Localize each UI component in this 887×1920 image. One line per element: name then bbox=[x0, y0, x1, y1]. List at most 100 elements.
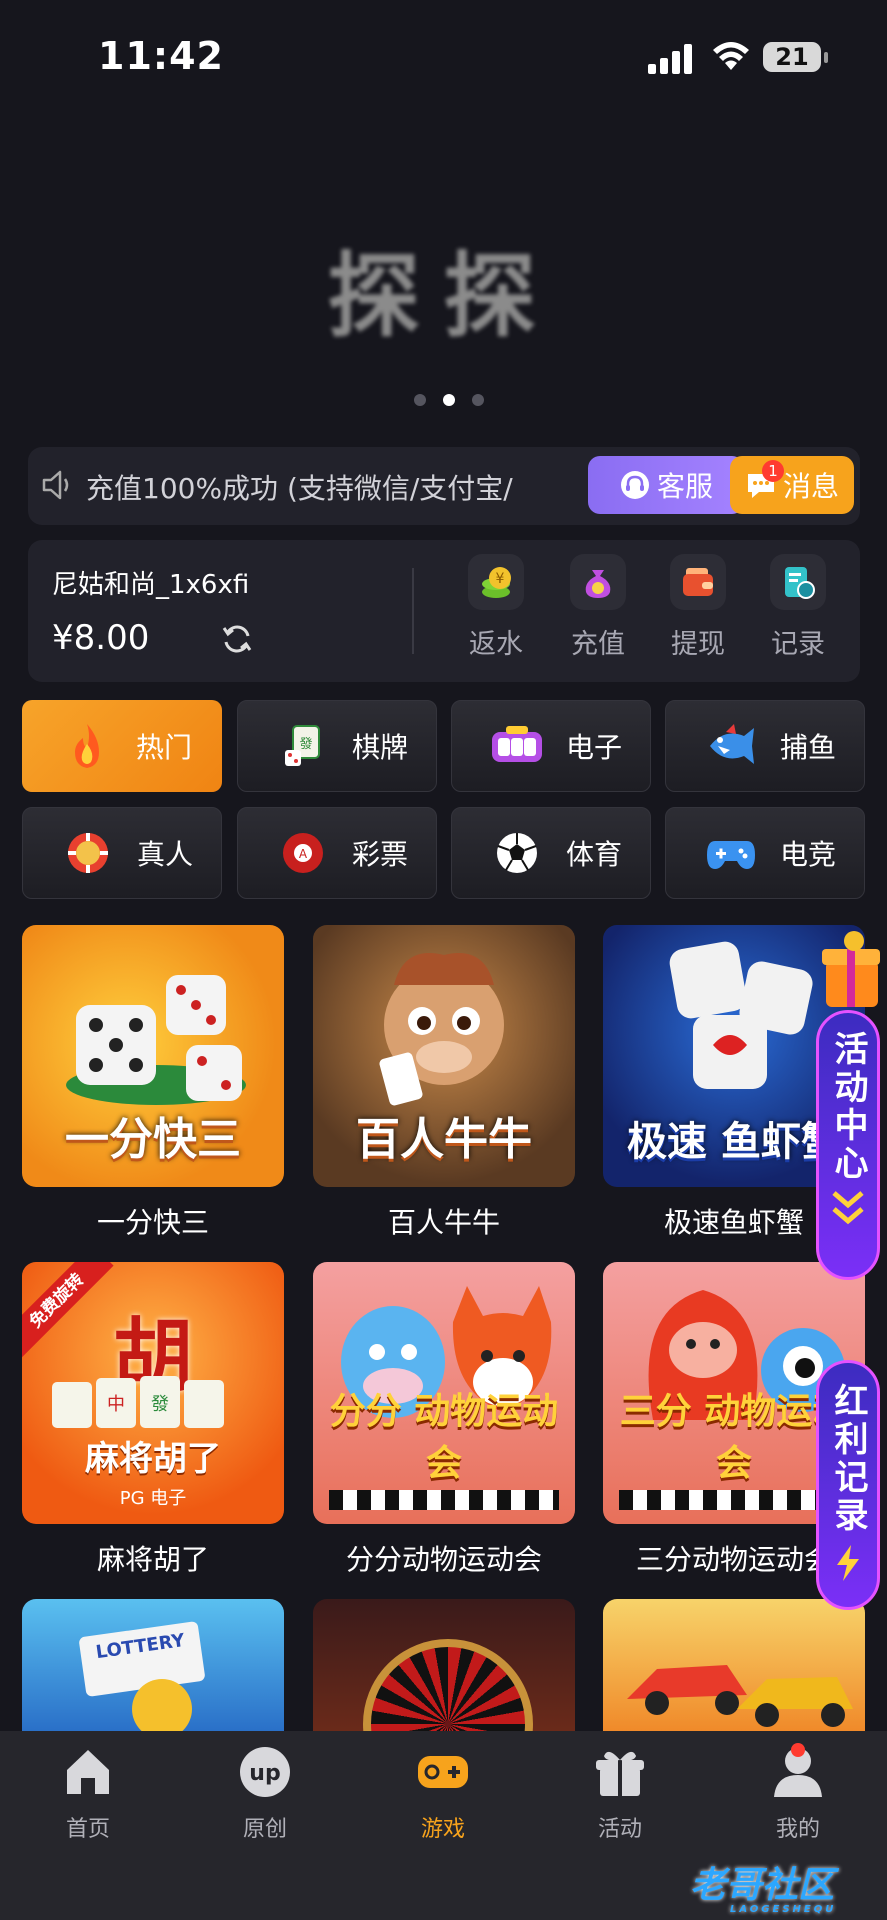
thumbnail-subtitle: PG 电子 bbox=[119, 1488, 187, 1509]
banner-title: 探探 bbox=[327, 243, 560, 350]
game-thumbnail[interactable] bbox=[313, 1599, 575, 1731]
category-esports[interactable]: 电竞 bbox=[665, 807, 865, 899]
tab-label: 我的 bbox=[775, 1817, 820, 1842]
withdraw-button[interactable]: 提现 bbox=[658, 554, 738, 661]
chevron-down-icon bbox=[832, 1191, 864, 1225]
messages-button[interactable]: 消息 bbox=[730, 456, 854, 514]
messages-label: 消息 bbox=[782, 470, 839, 503]
thumbnail-title: 麻将胡了 bbox=[85, 1439, 221, 1479]
marquee-text: 充值100%成功 (支持微信/支付宝/ bbox=[86, 472, 513, 505]
balance-amount: ¥8.00 bbox=[52, 618, 150, 658]
lottery-ball-icon: A bbox=[283, 833, 323, 873]
category-label: 彩票 bbox=[352, 838, 409, 871]
tab-games[interactable]: 游戏 bbox=[383, 1745, 503, 1843]
game-card[interactable]: 百人牛牛 百人牛牛 bbox=[313, 925, 575, 1241]
watermark-logo: 老哥社区 LAOGESHEQU bbox=[690, 1856, 880, 1915]
bonus-records-button[interactable]: 红利记录 bbox=[816, 1360, 880, 1610]
headset-icon bbox=[620, 471, 649, 499]
deposit-button[interactable]: 充值 bbox=[558, 554, 638, 661]
fire-icon bbox=[75, 724, 99, 768]
category-live[interactable]: 真人 bbox=[22, 807, 222, 899]
refresh-icon[interactable] bbox=[220, 622, 254, 656]
checkered-flag bbox=[329, 1490, 559, 1510]
rebate-button[interactable]: ¥ 返水 bbox=[456, 554, 536, 661]
game-card[interactable] bbox=[313, 1599, 575, 1731]
tab-activities[interactable]: 活动 bbox=[560, 1745, 680, 1843]
game-card[interactable]: 分分 动物运动会 分分动物运动会 bbox=[313, 1262, 575, 1578]
lightning-icon bbox=[837, 1545, 859, 1581]
game-thumbnail[interactable]: 免费旋转 胡 中 發 麻将胡了 PG 电子 bbox=[22, 1262, 284, 1524]
svg-text:A: A bbox=[299, 847, 308, 861]
checkered-flag bbox=[619, 1490, 849, 1510]
customer-service-button[interactable]: 客服 bbox=[588, 456, 744, 514]
tab-label: 活动 bbox=[597, 1817, 642, 1842]
game-card[interactable]: 一分快三 一分快三 bbox=[22, 925, 284, 1241]
svg-text:up: up bbox=[249, 1761, 280, 1786]
watermark-subtext: LAOGESHEQU bbox=[730, 1904, 837, 1915]
game-card[interactable]: LOTTERY bbox=[22, 1599, 284, 1731]
category-chess-cards[interactable]: 發 棋牌 bbox=[237, 700, 437, 792]
svg-text:發: 發 bbox=[299, 737, 312, 752]
category-fishing[interactable]: 捕鱼 bbox=[665, 700, 865, 792]
game-card[interactable]: 免费旋转 胡 中 發 麻将胡了 PG 电子 麻将胡了 bbox=[22, 1262, 284, 1578]
category-sports[interactable]: 体育 bbox=[451, 807, 651, 899]
pagination-dot-active[interactable] bbox=[443, 394, 455, 406]
thumbnail-title: 一分快三 bbox=[65, 1114, 241, 1165]
records-label: 记录 bbox=[771, 629, 825, 660]
category-slots[interactable]: 电子 bbox=[451, 700, 651, 792]
tab-profile[interactable]: 我的 bbox=[738, 1743, 858, 1843]
money-bag-icon bbox=[585, 570, 611, 598]
divider bbox=[412, 568, 414, 654]
slot-machine-icon bbox=[492, 726, 542, 762]
category-lottery[interactable]: A 彩票 bbox=[237, 807, 437, 899]
record-icon bbox=[785, 567, 815, 599]
game-card[interactable] bbox=[603, 1599, 865, 1731]
game-thumbnail[interactable] bbox=[603, 1599, 865, 1731]
tab-original[interactable]: up 原创 bbox=[205, 1745, 325, 1843]
activity-center-button[interactable]: 活动中心 bbox=[816, 1010, 880, 1280]
dice-image bbox=[669, 941, 813, 1089]
battery-indicator: 21 bbox=[763, 42, 828, 72]
banner-pagination[interactable] bbox=[414, 394, 484, 406]
category-hot[interactable]: 热门 bbox=[22, 700, 222, 792]
pagination-dot[interactable] bbox=[414, 394, 426, 406]
coin-stack-icon: ¥ bbox=[482, 567, 511, 598]
svg-text:中: 中 bbox=[107, 1394, 125, 1415]
game-name: 百人牛牛 bbox=[387, 1206, 500, 1239]
records-button[interactable]: 记录 bbox=[758, 554, 838, 661]
customer-service-label: 客服 bbox=[656, 470, 713, 503]
chip-icon bbox=[68, 833, 108, 873]
cellular-signal-icon bbox=[648, 44, 692, 74]
message-count-badge: 1 bbox=[762, 460, 784, 482]
soccer-ball-icon bbox=[497, 833, 537, 873]
svg-text:¥: ¥ bbox=[496, 571, 505, 587]
watermark-text: 老哥社区 bbox=[690, 1865, 835, 1906]
tab-home[interactable]: 首页 bbox=[28, 1745, 148, 1843]
category-label: 捕鱼 bbox=[780, 731, 837, 764]
game-thumbnail[interactable]: LOTTERY bbox=[22, 1599, 284, 1731]
speaker-icon bbox=[42, 470, 69, 500]
fish-icon bbox=[710, 724, 754, 764]
category-label: 电子 bbox=[566, 731, 623, 764]
game-thumbnail[interactable]: 百人牛牛 bbox=[313, 925, 575, 1187]
home-icon bbox=[67, 1750, 109, 1794]
deposit-label: 充值 bbox=[571, 629, 625, 660]
game-name: 分分动物运动会 bbox=[345, 1543, 542, 1576]
dice-image bbox=[66, 975, 246, 1105]
thumbnail-title: 百人牛牛 bbox=[356, 1114, 532, 1165]
race-cars-image bbox=[627, 1665, 853, 1727]
game-thumbnail[interactable]: 分分 动物运动会 bbox=[313, 1262, 575, 1524]
mahjong-tiles-image: 中 發 bbox=[52, 1376, 224, 1428]
category-label: 真人 bbox=[137, 838, 194, 871]
game-controller-icon bbox=[418, 1756, 468, 1788]
bonus-records-label: 红利记录 bbox=[828, 1383, 868, 1535]
gold-coin bbox=[132, 1679, 192, 1731]
gamepad-icon bbox=[707, 841, 755, 869]
gift-icon bbox=[596, 1751, 644, 1796]
game-thumbnail[interactable]: 一分快三 bbox=[22, 925, 284, 1187]
wallet-icon bbox=[683, 568, 713, 596]
username: 尼姑和尚_1x6xfi bbox=[52, 570, 250, 600]
category-label: 棋牌 bbox=[352, 731, 409, 764]
roulette-wheel bbox=[363, 1639, 533, 1731]
pagination-dot[interactable] bbox=[472, 394, 484, 406]
